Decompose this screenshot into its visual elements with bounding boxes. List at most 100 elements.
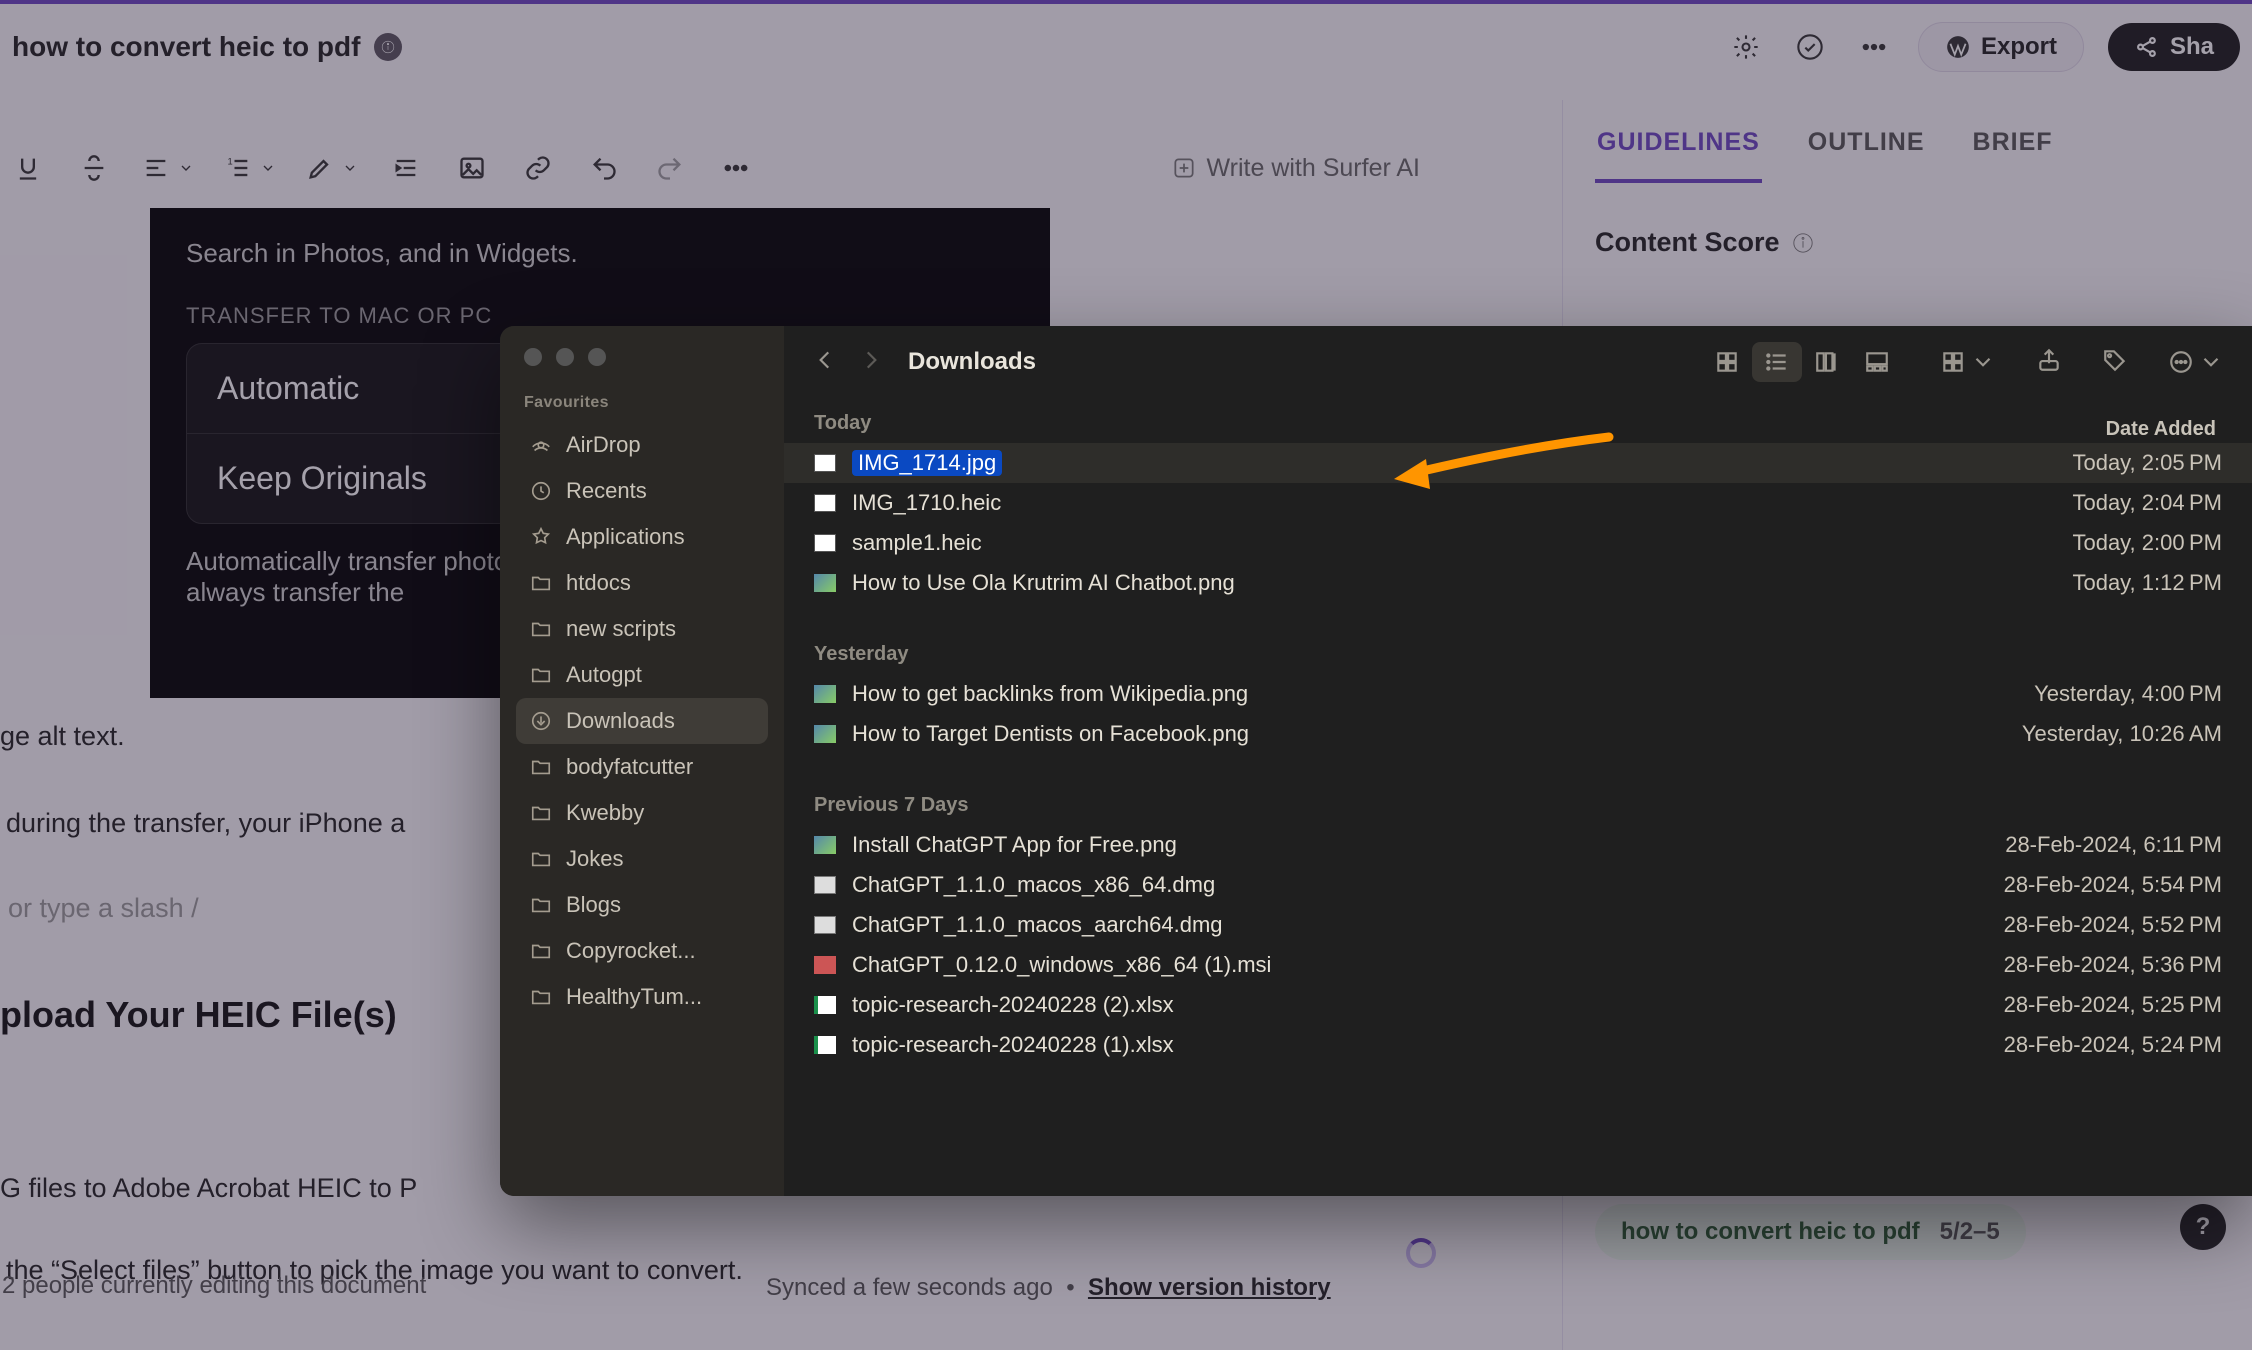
file-date: 28-Feb-2024, 5:52 PM	[2004, 912, 2222, 938]
sidebar-item-recents[interactable]: Recents	[516, 468, 768, 514]
sidebar-item-bodyfatcutter[interactable]: bodyfatcutter	[516, 744, 768, 790]
file-row[interactable]: ChatGPT_0.12.0_windows_x86_64 (1).msi28-…	[784, 945, 2252, 985]
sidebar-item-applications[interactable]: Applications	[516, 514, 768, 560]
file-name: ChatGPT_1.1.0_macos_aarch64.dmg	[852, 912, 1223, 938]
link-button[interactable]	[520, 150, 556, 186]
view-columns-button[interactable]	[1802, 342, 1852, 382]
file-row[interactable]: How to Target Dentists on Facebook.pngYe…	[784, 714, 2252, 754]
sidebar-item-label: Copyrocket...	[566, 938, 696, 964]
group-by-button[interactable]	[1940, 349, 1996, 375]
file-row[interactable]: topic-research-20240228 (2).xlsx 28-Feb-2…	[784, 985, 2252, 1025]
chevron-down-icon	[260, 160, 276, 176]
collaborators-status: 2 people currently editing this document	[2, 1272, 426, 1300]
write-ai-label: Write with Surfer AI	[1207, 154, 1421, 183]
undo-button[interactable]	[586, 150, 622, 186]
file-name: topic-research-20240228 (2).xlsx	[852, 992, 1174, 1018]
window-close-icon[interactable]	[524, 348, 542, 366]
paragraph-text[interactable]: G files to Adobe Acrobat HEIC to P	[0, 1168, 417, 1209]
alt-text-caption[interactable]: ge alt text.	[0, 716, 125, 757]
list-dropdown[interactable]: 1	[224, 154, 276, 182]
format-toolbar: 1 Write with Surfer AI	[0, 136, 1560, 200]
nav-forward-button[interactable]	[858, 347, 884, 378]
sidebar-item-copyrocket-[interactable]: Copyrocket...	[516, 928, 768, 974]
sidebar-item-label: Jokes	[566, 846, 623, 872]
folder-icon	[530, 848, 552, 870]
tab-guidelines[interactable]: GUIDELINES	[1595, 122, 1762, 183]
sidebar-item-jokes[interactable]: Jokes	[516, 836, 768, 882]
file-row[interactable]: How to get backlinks from Wikipedia.pngY…	[784, 674, 2252, 714]
settings-gear-icon[interactable]	[1726, 27, 1766, 67]
folder-icon	[530, 802, 552, 824]
folder-icon	[530, 618, 552, 640]
sidebar-item-htdocs[interactable]: htdocs	[516, 560, 768, 606]
view-icons-button[interactable]	[1702, 342, 1752, 382]
write-with-ai-button[interactable]: Write with Surfer AI	[1171, 154, 1561, 183]
file-row[interactable]: ChatGPT_1.1.0_macos_x86_64.dmg28-Feb-202…	[784, 865, 2252, 905]
sidebar-item-kwebby[interactable]: Kwebby	[516, 790, 768, 836]
window-minimize-icon[interactable]	[556, 348, 574, 366]
window-traffic-lights[interactable]	[516, 348, 768, 366]
file-row[interactable]: topic-research-20240228 (1).xlsx28-Feb-2…	[784, 1025, 2252, 1065]
sidebar-item-label: Recents	[566, 478, 647, 504]
share-button[interactable]	[2036, 347, 2062, 378]
view-list-button[interactable]	[1752, 342, 1802, 382]
underline-button[interactable]	[10, 150, 46, 186]
folder-icon	[530, 894, 552, 916]
action-menu-button[interactable]	[2168, 349, 2224, 375]
file-row[interactable]: ChatGPT_1.1.0_macos_aarch64.dmg 28-Feb-20…	[784, 905, 2252, 945]
slash-placeholder[interactable]: or type a slash /	[8, 888, 199, 929]
sidebar-item-downloads[interactable]: Downloads	[516, 698, 768, 744]
more-format-icon[interactable]	[718, 150, 754, 186]
sidebar-item-blogs[interactable]: Blogs	[516, 882, 768, 928]
svg-text:1: 1	[228, 157, 233, 167]
sidebar-section-favourites: Favourites	[524, 394, 768, 412]
sidebar-item-autogpt[interactable]: Autogpt	[516, 652, 768, 698]
file-row[interactable]: Install ChatGPT App for Free.png28-Feb-2…	[784, 825, 2252, 865]
keyword-chip[interactable]: how to convert heic to pdf5/2–5	[1595, 1204, 2026, 1260]
image-button[interactable]	[454, 150, 490, 186]
heading-text[interactable]: pload Your HEIC File(s)	[0, 988, 397, 1042]
export-label: Export	[1981, 33, 2057, 61]
document-title[interactable]: how to convert heic to pdf	[12, 31, 360, 63]
strikethrough-button[interactable]	[76, 150, 112, 186]
airdrop-icon	[530, 434, 552, 456]
export-button[interactable]: Export	[1918, 22, 2084, 72]
folder-icon	[530, 986, 552, 1008]
content-score-label: Content Score	[1595, 227, 2252, 258]
sidebar-item-healthytum-[interactable]: HealthyTum...	[516, 974, 768, 1020]
file-date: 28-Feb-2024, 5:25 PM	[2004, 992, 2222, 1018]
file-name: sample1.heic	[852, 530, 982, 556]
recents-icon	[530, 480, 552, 502]
align-dropdown[interactable]	[142, 154, 194, 182]
redo-button[interactable]	[652, 150, 688, 186]
window-zoom-icon[interactable]	[588, 348, 606, 366]
file-name: How to Target Dentists on Facebook.png	[852, 721, 1249, 747]
more-dots-icon[interactable]	[1854, 27, 1894, 67]
view-mode-segment	[1702, 342, 1902, 382]
info-icon[interactable]	[374, 33, 402, 61]
indent-button[interactable]	[388, 150, 424, 186]
paragraph-text[interactable]: during the transfer, your iPhone a	[6, 803, 405, 844]
check-circle-icon[interactable]	[1790, 27, 1830, 67]
tab-outline[interactable]: OUTLINE	[1806, 122, 1927, 183]
sidebar-item-label: Applications	[566, 524, 685, 550]
version-history-link[interactable]: Show version history	[1088, 1274, 1331, 1301]
highlight-dropdown[interactable]	[306, 154, 358, 182]
tags-button[interactable]	[2102, 347, 2128, 378]
sidebar-item-new-scripts[interactable]: new scripts	[516, 606, 768, 652]
file-row[interactable]: How to Use Ola Krutrim AI Chatbot.pngTod…	[784, 563, 2252, 603]
finder-window[interactable]: Favourites AirDrop Recents Applications htd…	[500, 326, 2252, 1196]
view-gallery-button[interactable]	[1852, 342, 1902, 382]
help-button[interactable]: ?	[2180, 1204, 2226, 1250]
chevron-down-icon	[342, 160, 358, 176]
nav-back-button[interactable]	[812, 347, 838, 378]
column-header-date[interactable]: Date Added	[2106, 418, 2216, 441]
share-button[interactable]: Sha	[2108, 23, 2240, 71]
sidebar-item-airdrop[interactable]: AirDrop	[516, 422, 768, 468]
tab-brief[interactable]: BRIEF	[1971, 122, 2055, 183]
file-row[interactable]: sample1.heic Today, 2:00 PM	[784, 523, 2252, 563]
file-date: Today, 2:00 PM	[2072, 530, 2222, 556]
file-name: IMG_1714.jpg	[852, 450, 1002, 476]
info-icon[interactable]	[1792, 232, 1814, 254]
folder-icon	[530, 940, 552, 962]
